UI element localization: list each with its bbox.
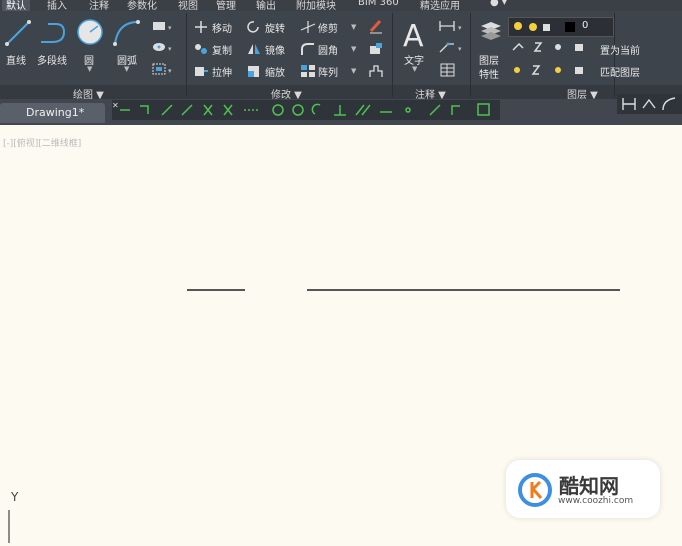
fillet-button[interactable]: 圆角 (318, 42, 338, 57)
array-button[interactable]: 阵列 (318, 64, 338, 79)
polyline-label[interactable]: 多段线 (37, 52, 67, 67)
trim-icon[interactable] (300, 20, 316, 34)
tab-output[interactable]: 输出 (256, 0, 276, 11)
panel-separator (186, 13, 187, 97)
scale-button[interactable]: 缩放 (265, 64, 285, 79)
ucs-y-label: Y (11, 490, 19, 504)
scale-icon[interactable] (246, 64, 262, 78)
svg-text:▾: ▾ (168, 45, 172, 53)
close-icon[interactable]: ✕ (112, 101, 119, 110)
svg-text:▾: ▾ (168, 67, 172, 75)
rectangle-icon: ▾ (153, 22, 172, 32)
arc-button[interactable] (112, 18, 142, 48)
ribbon-tab-bar: 默认 插入 注释 参数化 视图 管理 输出 附加模块 BIM 360 精选应用 … (0, 0, 682, 11)
layer-state-icons (514, 22, 575, 32)
circle-button[interactable] (76, 18, 104, 48)
chevron-down-icon[interactable]: ▼ (351, 67, 356, 75)
current-layer-name: 0 (582, 20, 589, 31)
object-snap-toolbar (112, 100, 500, 120)
drawing-tab-label[interactable]: Drawing1* (26, 106, 84, 119)
watermark-url: www.coozhi.com (558, 496, 634, 506)
mirror-button[interactable]: 镜像 (265, 42, 285, 57)
arc-icon (113, 20, 140, 46)
svg-text:▾: ▾ (458, 45, 462, 53)
tab-bim360[interactable]: BIM 360 (358, 0, 399, 8)
coozhi-logo-icon (518, 473, 552, 507)
tab-manage[interactable]: 管理 (216, 0, 236, 11)
boundary-button[interactable]: ▾ (151, 61, 175, 77)
tab-annotate[interactable]: 注释 (89, 0, 109, 11)
layer-tools-row-2[interactable] (511, 63, 593, 77)
hatch-icon: ▾ (153, 43, 172, 53)
polyline-button[interactable] (38, 18, 68, 48)
layer-properties-label-2[interactable]: 特性 (479, 66, 499, 81)
hatch-button[interactable]: ▾ (151, 40, 175, 54)
line-icon (5, 20, 31, 46)
offset-icon[interactable] (368, 63, 384, 79)
layer-tools-row-1[interactable] (511, 40, 593, 54)
tab-default[interactable]: 默认 (2, 0, 30, 11)
tab-insert[interactable]: 插入 (47, 0, 67, 11)
tab-parametric[interactable]: 参数化 (127, 0, 157, 11)
trim-button[interactable]: 修剪 (318, 20, 338, 35)
layer-properties-icon[interactable] (478, 18, 504, 44)
chevron-down-icon[interactable]: ▼ (87, 65, 92, 73)
panel-separator (470, 13, 471, 97)
copy-button[interactable]: 复制 (212, 42, 232, 57)
polyline-icon (41, 23, 66, 43)
line-button[interactable] (4, 18, 32, 48)
text-icon[interactable]: A (401, 18, 429, 54)
tab-view[interactable]: 视图 (178, 0, 198, 11)
leader-icon[interactable]: ▾ (438, 40, 466, 54)
tab-featured-apps[interactable]: 精选应用 (420, 0, 460, 11)
layer-dropdown[interactable]: 0 (508, 17, 614, 37)
layer-tool-icons (512, 42, 583, 52)
svg-text:A: A (403, 19, 424, 50)
set-current-button[interactable]: 置为当前 (600, 42, 640, 57)
svg-text:▾: ▾ (458, 24, 462, 32)
fillet-icon[interactable] (300, 42, 316, 56)
snap-tool-icons[interactable] (112, 100, 500, 120)
table-icon[interactable] (440, 63, 456, 77)
workspace-dropdown-icon[interactable]: ● ▾ (490, 0, 507, 8)
panel-separator (392, 13, 393, 97)
view-tool-icons[interactable] (617, 94, 682, 114)
copy-icon[interactable] (193, 42, 209, 56)
stretch-icon[interactable] (193, 64, 209, 78)
watermark-site-name: 酷知网 (559, 474, 619, 498)
viewport-controls-label[interactable]: [-][俯视][二维线框] (3, 136, 81, 149)
array-icon[interactable] (300, 64, 316, 78)
dimension-icon[interactable]: ▾ (438, 19, 466, 33)
rectangle-button[interactable]: ▾ (151, 19, 175, 33)
rotate-button[interactable]: 旋转 (265, 20, 285, 35)
move-icon[interactable] (193, 20, 209, 34)
move-button[interactable]: 移动 (212, 20, 232, 35)
chevron-down-icon[interactable]: ▼ (412, 65, 417, 73)
explode-icon[interactable] (368, 41, 384, 57)
rotate-icon[interactable] (246, 20, 262, 34)
layer-properties-label-1[interactable]: 图层 (479, 52, 499, 67)
erase-icon[interactable] (368, 18, 384, 34)
chevron-down-icon[interactable]: ▼ (351, 45, 356, 53)
view-tools-toolbar (617, 94, 682, 114)
chevron-down-icon[interactable]: ▼ (124, 65, 129, 73)
boundary-icon: ▾ (152, 63, 172, 75)
line-label[interactable]: 直线 (6, 52, 26, 67)
tab-addins[interactable]: 附加模块 (296, 0, 336, 11)
layer-tool-icons (514, 65, 583, 75)
chevron-down-icon[interactable]: ▼ (351, 23, 356, 31)
mirror-icon[interactable] (246, 42, 262, 56)
svg-text:▾: ▾ (168, 24, 172, 32)
stretch-button[interactable]: 拉伸 (212, 64, 232, 79)
circle-icon (77, 19, 103, 45)
match-layer-button[interactable]: 匹配图层 (600, 64, 640, 79)
